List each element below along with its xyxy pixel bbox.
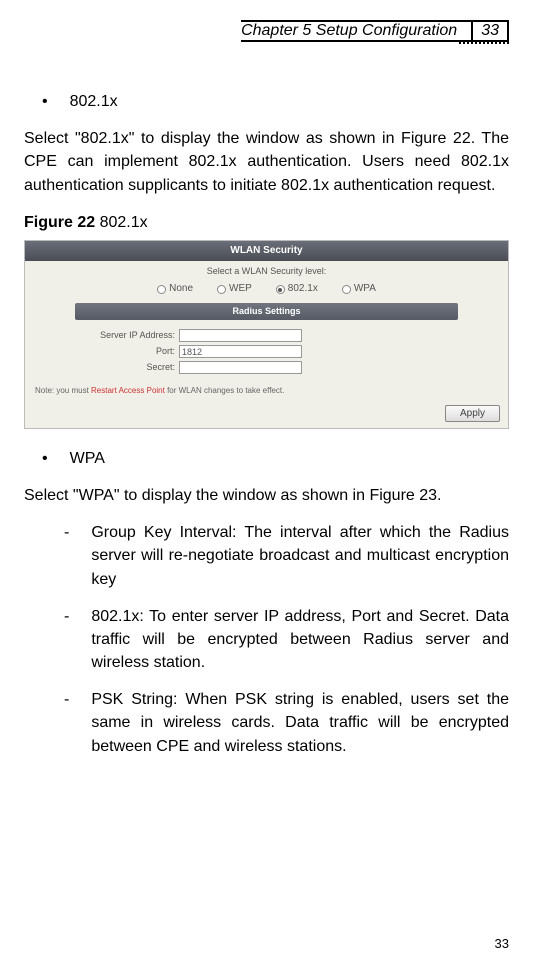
apply-button[interactable]: Apply — [445, 405, 500, 422]
figure-22-label: Figure 22 802.1x — [24, 211, 509, 234]
secret-input[interactable] — [179, 361, 302, 374]
server-ip-input[interactable] — [179, 329, 302, 342]
secret-label: Secret: — [75, 361, 175, 374]
dash-icon: - — [64, 605, 69, 675]
note-prefix: Note: you must — [35, 386, 91, 395]
figure-22-screenshot: WLAN Security Select a WLAN Security lev… — [24, 240, 509, 429]
radio-label: WPA — [354, 282, 376, 297]
radio-wpa[interactable]: WPA — [342, 282, 376, 297]
dash-icon: - — [64, 521, 69, 591]
port-label: Port: — [75, 345, 175, 358]
server-ip-row: Server IP Address: — [75, 329, 458, 342]
bullet-dot-icon: • — [42, 447, 48, 470]
list-text: PSK String: When PSK string is enabled, … — [91, 688, 509, 758]
server-ip-label: Server IP Address: — [75, 329, 175, 342]
list-text: Group Key Interval: The interval after w… — [91, 521, 509, 591]
radio-label: 802.1x — [288, 282, 318, 297]
figure-title-bar: WLAN Security — [25, 241, 508, 262]
radio-none[interactable]: None — [157, 282, 193, 297]
security-level-radio-row: None WEP 802.1x WPA — [25, 280, 508, 303]
radio-icon — [157, 285, 166, 294]
bullet-item-8021x: • 802.1x — [42, 90, 509, 113]
figure-label-rest: 802.1x — [95, 214, 147, 231]
secret-row: Secret: — [75, 361, 458, 374]
radio-icon — [276, 285, 285, 294]
radio-label: WEP — [229, 282, 252, 297]
figure-subhead: Select a WLAN Security level: — [25, 261, 508, 280]
apply-row: Apply — [25, 401, 508, 428]
list-item: - 802.1x: To enter server IP address, Po… — [64, 605, 509, 675]
wpa-sublist: - Group Key Interval: The interval after… — [64, 521, 509, 758]
radius-settings-bar: Radius Settings — [75, 303, 458, 320]
paragraph-wpa: Select "WPA" to display the window as sh… — [24, 484, 509, 507]
chapter-title: Chapter 5 Setup Configuration — [241, 22, 471, 40]
header-title-box: Chapter 5 Setup Configuration 33 — [241, 20, 509, 42]
header-dotted-rule — [459, 42, 509, 44]
radio-8021x[interactable]: 802.1x — [276, 282, 318, 297]
bullet-label: WPA — [70, 447, 105, 470]
list-item: - PSK String: When PSK string is enabled… — [64, 688, 509, 758]
port-input[interactable] — [179, 345, 302, 358]
page-header: Chapter 5 Setup Configuration 33 — [24, 20, 509, 42]
radio-icon — [342, 285, 351, 294]
bullet-dot-icon: • — [42, 90, 48, 113]
dash-icon: - — [64, 688, 69, 758]
figure-label-bold: Figure 22 — [24, 214, 95, 231]
note-suffix: for WLAN changes to take effect. — [165, 386, 284, 395]
port-row: Port: — [75, 345, 458, 358]
radio-label: None — [169, 282, 193, 297]
list-item: - Group Key Interval: The interval after… — [64, 521, 509, 591]
list-text: 802.1x: To enter server IP address, Port… — [91, 605, 509, 675]
bullet-label: 802.1x — [70, 90, 118, 113]
note-red: Restart Access Point — [91, 386, 165, 395]
page-number-top: 33 — [471, 22, 507, 40]
radius-form: Server IP Address: Port: Secret: — [25, 320, 508, 381]
radio-wep[interactable]: WEP — [217, 282, 252, 297]
page-number-bottom: 33 — [495, 936, 509, 951]
paragraph-8021x: Select "802.1x" to display the window as… — [24, 127, 509, 197]
radio-icon — [217, 285, 226, 294]
bullet-item-wpa: • WPA — [42, 447, 509, 470]
page-content: • 802.1x Select "802.1x" to display the … — [24, 90, 509, 758]
restart-note: Note: you must Restart Access Point for … — [25, 381, 508, 401]
